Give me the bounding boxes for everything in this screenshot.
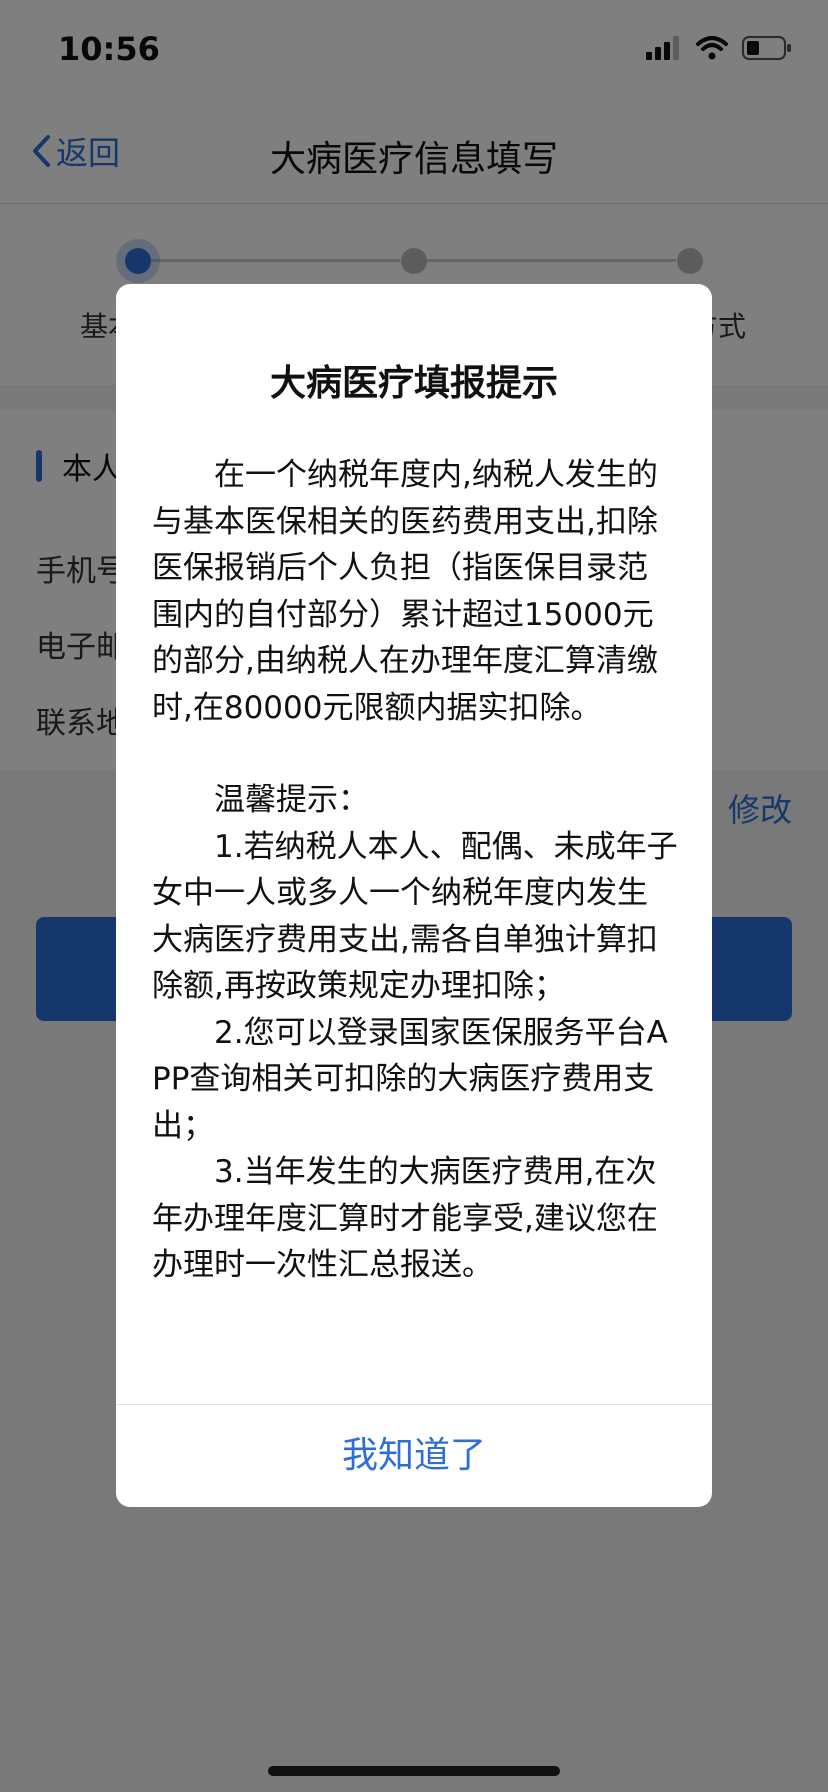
home-indicator [268, 1766, 560, 1776]
dialog-body: 在一个纳税年度内,纳税人发生的与基本医保相关的医药费用支出,扣除医保报销后个人负… [152, 452, 678, 1289]
dialog-spacer [152, 731, 678, 777]
confirm-button[interactable]: 我知道了 [116, 1405, 712, 1507]
notice-dialog: 大病医疗填报提示 在一个纳税年度内,纳税人发生的与基本医保相关的医药费用支出,扣… [116, 284, 712, 1507]
dialog-title: 大病医疗填报提示 [269, 363, 558, 404]
dialog-tip-2: 2.您可以登录国家医保服务平台APP查询相关可扣除的大病医疗费用支出； [152, 1014, 668, 1144]
dialog-tip-1: 1.若纳税人本人、配偶、未成年子女中一人或多人一个纳税年度内发生大病医疗费用支出… [152, 828, 678, 1005]
dialog-tip-heading: 温馨提示： [214, 782, 369, 818]
dialog-main-paragraph: 在一个纳税年度内,纳税人发生的与基本医保相关的医药费用支出,扣除医保报销后个人负… [152, 457, 658, 726]
dialog-tip-3: 3.当年发生的大病医疗费用,在次年办理年度汇算时才能享受,建议您在办理时一次性汇… [152, 1154, 658, 1283]
